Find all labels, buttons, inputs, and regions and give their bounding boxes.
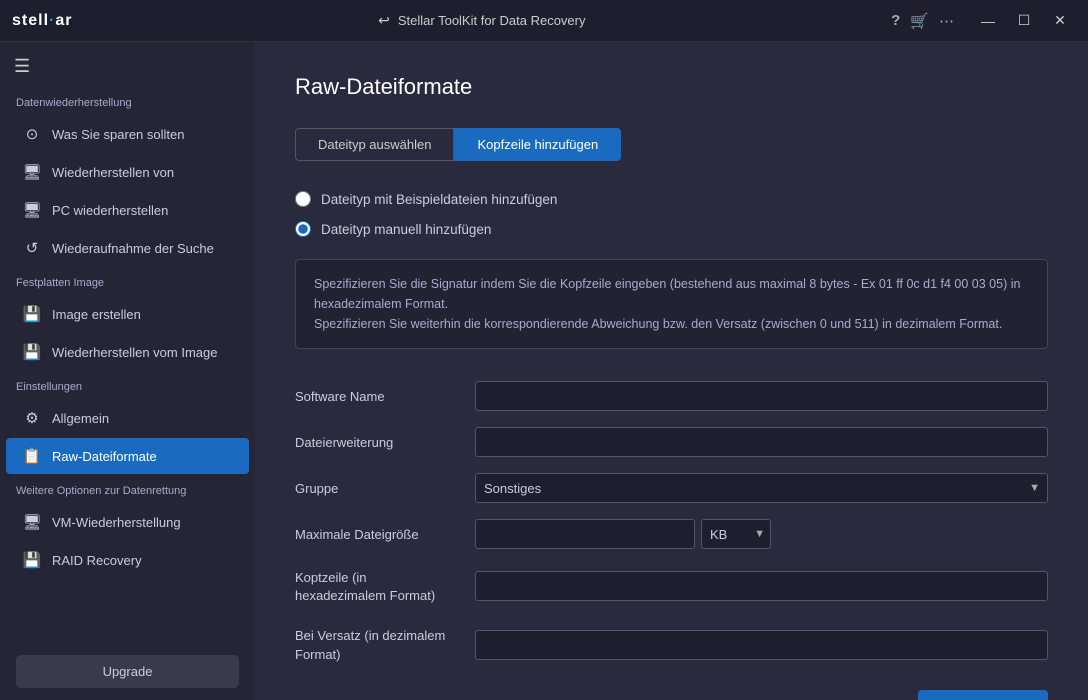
sidebar-item-general-label: Allgemein: [52, 411, 109, 426]
sidebar-item-vm-restore-label: VM-Wiederherstellung: [52, 515, 181, 530]
field-offset-decimal: [475, 615, 1048, 673]
sidebar-item-save[interactable]: ⊙ Was Sie sparen sollten: [6, 116, 249, 152]
raw-formats-icon: 📋: [22, 446, 42, 466]
pc-restore-icon: 🖥: [22, 200, 42, 220]
sidebar-item-pc-restore-label: PC wiederherstellen: [52, 203, 168, 218]
sidebar-item-save-label: Was Sie sparen sollten: [52, 127, 184, 142]
radio-group: Dateityp mit Beispieldateien hinzufügen …: [295, 191, 1048, 237]
label-software-name: Software Name: [295, 373, 475, 419]
sidebar-item-restore-image-label: Wiederherstellen vom Image: [52, 345, 217, 360]
input-file-extension[interactable]: [475, 427, 1048, 457]
upgrade-button[interactable]: Upgrade: [16, 655, 239, 688]
tab-row: Dateityp auswählen Kopfzeile hinzufügen: [295, 128, 1048, 161]
radio-example-files-label: Dateityp mit Beispieldateien hinzufügen: [321, 192, 557, 207]
select-group[interactable]: Sonstiges Audio Video Dokument Bild: [475, 473, 1048, 503]
form-grid: Software Name Dateierweiterung Gruppe So…: [295, 373, 1048, 674]
main-content: Raw-Dateiformate Dateityp auswählen Kopf…: [255, 42, 1088, 700]
general-icon: ⚙: [22, 408, 42, 428]
unit-select-wrap: KB MB GB ▼: [701, 519, 771, 549]
radio-example-files-input[interactable]: [295, 191, 311, 207]
radio-example-files[interactable]: Dateityp mit Beispieldateien hinzufügen: [295, 191, 1048, 207]
input-software-name[interactable]: [475, 381, 1048, 411]
sidebar-item-create-image[interactable]: 💾 Image erstellen: [6, 296, 249, 332]
input-max-filesize[interactable]: [475, 519, 695, 549]
add-button[interactable]: Hinzufügen: [918, 690, 1048, 700]
label-max-filesize: Maximale Dateigröße: [295, 511, 475, 557]
sidebar-item-resume-search-label: Wiederaufnahme der Suche: [52, 241, 214, 256]
help-icon[interactable]: ?: [891, 12, 900, 29]
sidebar: ☰ Datenwiederherstellung ⊙ Was Sie spare…: [0, 42, 255, 700]
app-logo: stell·ar: [12, 12, 72, 30]
minimize-button[interactable]: —: [972, 7, 1004, 35]
sidebar-item-pc-restore[interactable]: 🖥 PC wiederherstellen: [6, 192, 249, 228]
tab-select-filetype[interactable]: Dateityp auswählen: [295, 128, 454, 161]
section-label-other-options: Weitere Optionen zur Datenrettung: [0, 475, 255, 503]
sidebar-item-vm-restore[interactable]: 🖥 VM-Wiederherstellung: [6, 504, 249, 540]
upgrade-section: Upgrade: [16, 655, 239, 688]
field-max-filesize: KB MB GB ▼: [475, 511, 1048, 557]
label-offset-decimal: Bei Versatz (in dezimalemFormat): [295, 615, 475, 673]
label-file-extension: Dateierweiterung: [295, 419, 475, 465]
select-unit[interactable]: KB MB GB: [701, 519, 771, 549]
resume-search-icon: ↺: [22, 238, 42, 258]
info-box: Spezifizieren Sie die Signatur indem Sie…: [295, 259, 1048, 349]
sidebar-item-create-image-label: Image erstellen: [52, 307, 141, 322]
vm-restore-icon: 🖥: [22, 512, 42, 532]
field-group: Sonstiges Audio Video Dokument Bild ▼: [475, 465, 1048, 511]
sidebar-item-restore-image[interactable]: 💾 Wiederherstellen vom Image: [6, 334, 249, 370]
page-title: Raw-Dateiformate: [295, 74, 1048, 100]
info-text: Spezifizieren Sie die Signatur indem Sie…: [314, 277, 1020, 331]
section-label-data-recovery: Datenwiederherstellung: [0, 87, 255, 115]
titlebar-icons: ? 🛒 ⋯: [891, 12, 954, 30]
select-group-wrapper: Sonstiges Audio Video Dokument Bild ▼: [475, 473, 1048, 503]
field-file-extension: [475, 419, 1048, 465]
titlebar-center: ↩ Stellar ToolKit for Data Recovery: [378, 12, 585, 29]
sidebar-item-raw-formats[interactable]: 📋 Raw-Dateiformate: [6, 438, 249, 474]
radio-manual-label: Dateityp manuell hinzufügen: [321, 222, 491, 237]
label-group: Gruppe: [295, 465, 475, 511]
sidebar-item-raw-formats-label: Raw-Dateiformate: [52, 449, 157, 464]
restore-from-icon: 🖥: [22, 162, 42, 182]
cart-icon[interactable]: 🛒: [910, 12, 929, 30]
create-image-icon: 💾: [22, 304, 42, 324]
radio-manual-input[interactable]: [295, 221, 311, 237]
hamburger-icon[interactable]: ☰: [14, 56, 30, 76]
sidebar-item-resume-search[interactable]: ↺ Wiederaufnahme der Suche: [6, 230, 249, 266]
maximize-button[interactable]: ☐: [1008, 7, 1040, 35]
app-title: Stellar ToolKit for Data Recovery: [398, 13, 586, 28]
input-header-hex[interactable]: [475, 571, 1048, 601]
raid-recovery-icon: 💾: [22, 550, 42, 570]
input-offset-decimal[interactable]: [475, 630, 1048, 660]
grid-icon[interactable]: ⋯: [939, 12, 954, 30]
filesize-field: KB MB GB ▼: [475, 519, 771, 549]
titlebar-left: stell·ar: [12, 12, 72, 30]
sidebar-item-general[interactable]: ⚙ Allgemein: [6, 400, 249, 436]
sidebar-item-restore-from-label: Wiederherstellen von: [52, 165, 174, 180]
close-button[interactable]: ✕: [1044, 7, 1076, 35]
app-body: ☰ Datenwiederherstellung ⊙ Was Sie spare…: [0, 42, 1088, 700]
back-icon: ↩: [378, 12, 390, 29]
radio-manual[interactable]: Dateityp manuell hinzufügen: [295, 221, 1048, 237]
restore-image-icon: 💾: [22, 342, 42, 362]
field-software-name: [475, 373, 1048, 419]
label-header-hex: Koptzeile (inhexadezimalem Format): [295, 557, 475, 615]
sidebar-item-restore-from[interactable]: 🖥 Wiederherstellen von: [6, 154, 249, 190]
add-btn-row: Hinzufügen: [295, 690, 1048, 700]
titlebar: stell·ar ↩ Stellar ToolKit for Data Reco…: [0, 0, 1088, 42]
titlebar-right: ? 🛒 ⋯ — ☐ ✕: [891, 7, 1076, 35]
sidebar-header: ☰: [0, 50, 255, 87]
sidebar-item-raid-recovery[interactable]: 💾 RAID Recovery: [6, 542, 249, 578]
section-label-settings: Einstellungen: [0, 371, 255, 399]
save-icon: ⊙: [22, 124, 42, 144]
sidebar-item-raid-recovery-label: RAID Recovery: [52, 553, 142, 568]
field-header-hex: [475, 557, 1048, 615]
section-label-disk-image: Festplatten Image: [0, 267, 255, 295]
tab-add-header[interactable]: Kopfzeile hinzufügen: [454, 128, 621, 161]
